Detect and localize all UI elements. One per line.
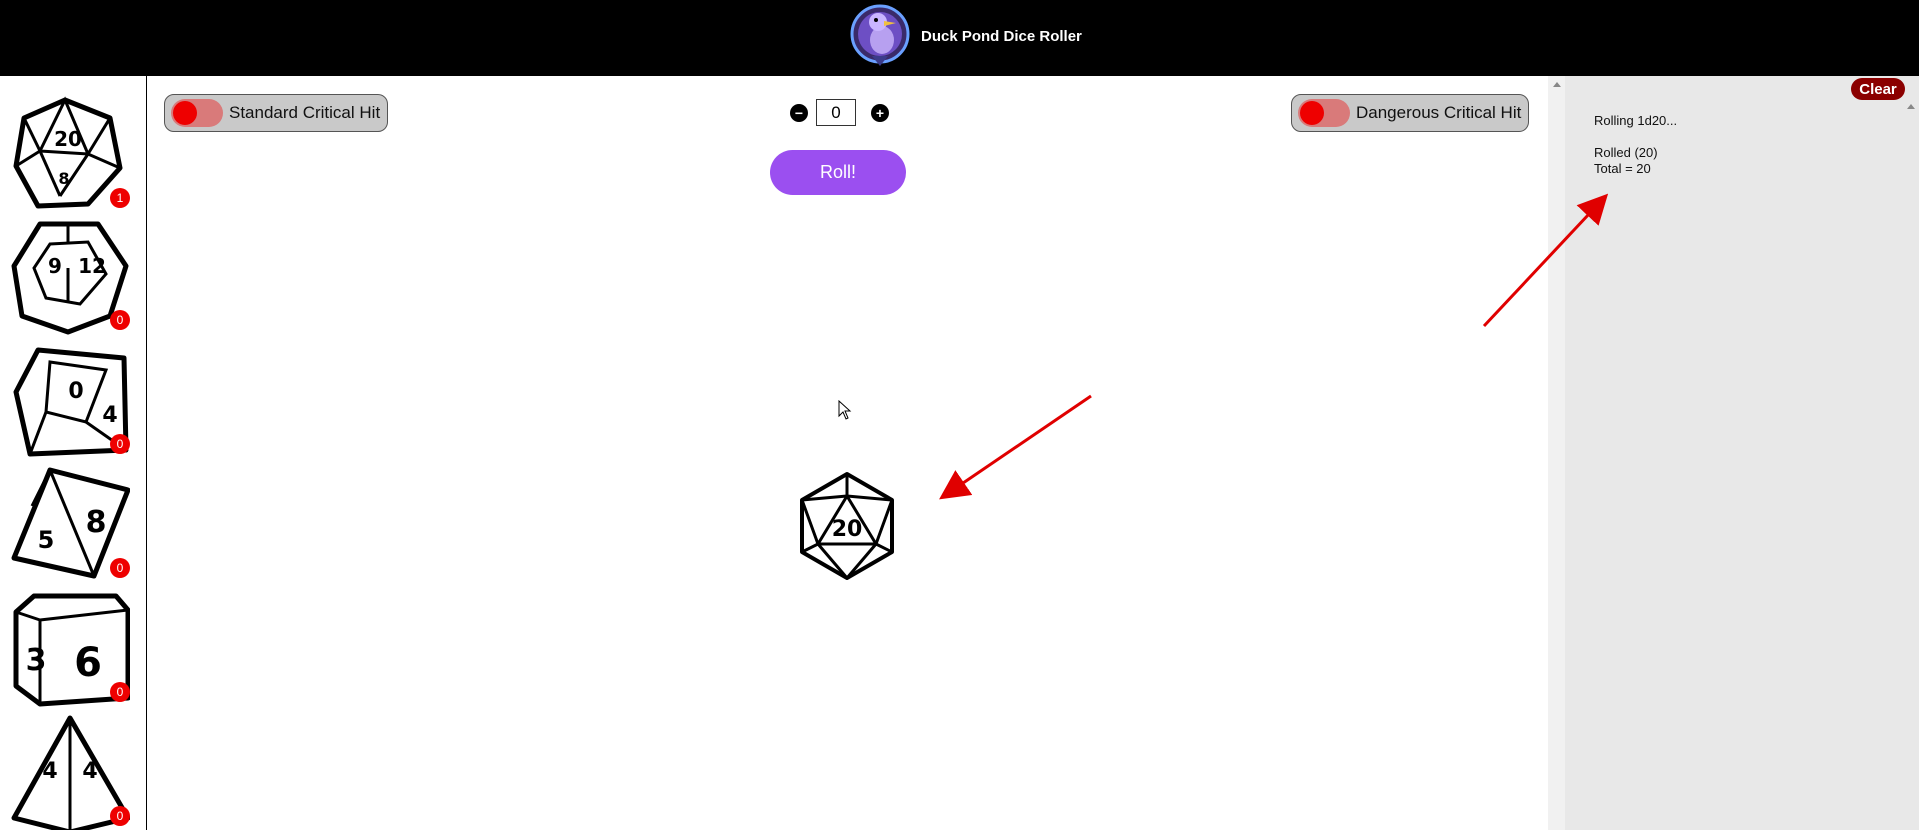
d12-die-button[interactable]: 9 12 0 (10, 218, 130, 336)
toggle-track (171, 99, 223, 127)
toggle-knob (173, 101, 197, 125)
log-scrollbar-right[interactable] (1902, 76, 1919, 830)
roll-log-panel (1548, 76, 1919, 830)
d8-count-badge: 0 (110, 558, 130, 578)
svg-text:8: 8 (86, 505, 107, 540)
svg-text:4: 4 (42, 759, 57, 784)
standard-critical-hit-label: Standard Critical Hit (229, 103, 381, 122)
dangerous-critical-hit-toggle[interactable]: Dangerous Critical Hit (1291, 94, 1529, 132)
d12-count-badge: 0 (110, 310, 130, 330)
d4-die-button[interactable]: 4 4 0 (10, 714, 130, 830)
scroll-up-arrow-icon[interactable] (1907, 104, 1915, 109)
svg-text:6: 6 (74, 640, 102, 686)
log-line: Rolled (20) (1594, 145, 1658, 160)
svg-text:4: 4 (102, 403, 117, 428)
standard-critical-hit-toggle[interactable]: Standard Critical Hit (164, 94, 388, 132)
svg-text:20: 20 (54, 127, 82, 151)
svg-text:12: 12 (78, 254, 106, 278)
plus-icon[interactable]: + (871, 104, 889, 122)
svg-text:9: 9 (48, 254, 62, 278)
result-value: 20 (832, 517, 863, 542)
modifier-input[interactable] (816, 99, 856, 126)
annotation-arrow-result (939, 394, 1092, 500)
app-title: Duck Pond Dice Roller (921, 28, 1082, 45)
d6-count-badge: 0 (110, 682, 130, 702)
d6-die-button[interactable]: 3 6 0 (10, 590, 130, 708)
dice-sidebar: 20 8 1 9 12 0 0 4 0 8 5 0 3 6 0 4 4 0 (0, 76, 147, 830)
dangerous-critical-hit-label: Dangerous Critical Hit (1356, 103, 1522, 122)
d10-count-badge: 0 (110, 434, 130, 454)
toggle-knob (1300, 101, 1324, 125)
top-bar: Duck Pond Dice Roller (0, 0, 1919, 76)
result-d20-icon: 20 (800, 472, 894, 580)
log-line: Total = 20 (1594, 161, 1651, 176)
svg-text:5: 5 (38, 526, 55, 554)
roll-button[interactable]: Roll! (770, 150, 906, 195)
mouse-cursor-icon (838, 400, 852, 420)
d20-count-badge: 1 (110, 188, 130, 208)
scroll-up-arrow-icon[interactable] (1553, 82, 1561, 87)
d8-die-button[interactable]: 8 5 0 (10, 466, 130, 584)
d20-die-button[interactable]: 20 8 1 (10, 96, 130, 214)
duck-logo-icon (850, 4, 910, 66)
log-scrollbar-left[interactable] (1548, 76, 1565, 830)
log-line: Rolling 1d20... (1594, 113, 1678, 128)
svg-text:0: 0 (68, 379, 83, 404)
svg-text:8: 8 (58, 169, 69, 188)
d4-count-badge: 0 (110, 806, 130, 826)
svg-text:3: 3 (26, 643, 47, 678)
toggle-track (1298, 99, 1350, 127)
minus-icon[interactable]: − (790, 104, 808, 122)
d10-die-button[interactable]: 0 4 0 (10, 342, 130, 460)
svg-text:4: 4 (82, 759, 97, 784)
clear-log-button[interactable]: Clear (1851, 78, 1905, 100)
